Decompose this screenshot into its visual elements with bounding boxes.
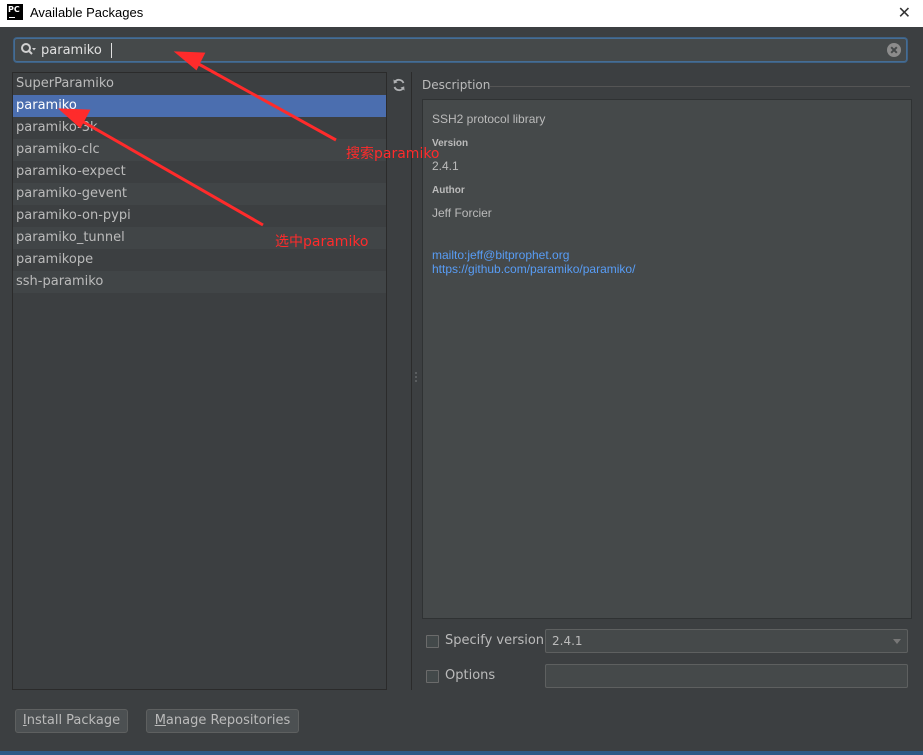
select-annotation: 选中paramiko (275, 234, 369, 250)
annotation-arrows (57, 51, 337, 227)
search-annotation: 搜索paramiko (346, 146, 440, 162)
select-arrow (79, 118, 264, 227)
search-arrow (194, 60, 337, 142)
